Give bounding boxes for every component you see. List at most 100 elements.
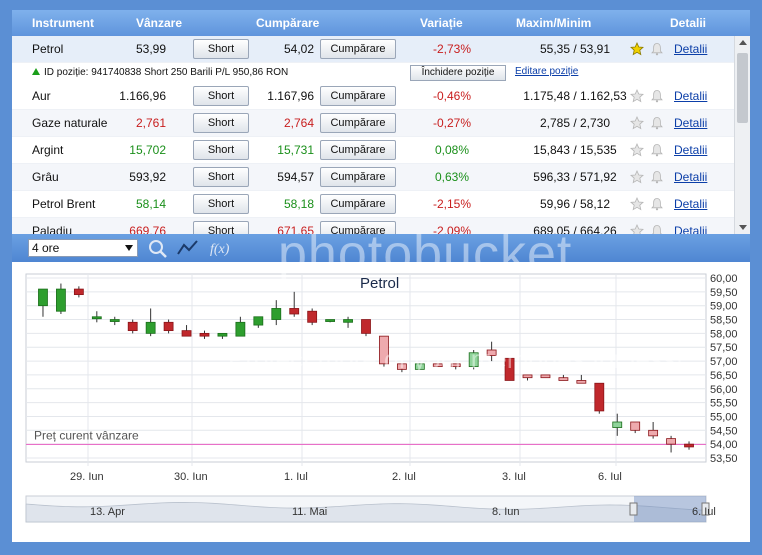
col-maxmin[interactable]: Maxim/Minim (516, 16, 591, 30)
instrument-name: Grâu (32, 170, 59, 184)
star-icon[interactable] (630, 224, 644, 234)
col-change[interactable]: Variație (420, 16, 463, 30)
current-price-label: Preț curent vânzare (34, 428, 139, 442)
short-button[interactable]: Short (193, 86, 249, 106)
table-row[interactable]: Grâu 593,92 Short 594,57 Cumpărare 0,63% 596,3… (12, 164, 734, 191)
short-button[interactable]: Short (193, 140, 249, 160)
details-link[interactable]: Detalii (674, 170, 707, 184)
scroll-thumb[interactable] (737, 53, 748, 123)
edit-position-link[interactable]: Editare poziție (515, 66, 578, 77)
details-link[interactable]: Detalii (674, 89, 707, 103)
chevron-down-icon (125, 245, 133, 251)
details-link[interactable]: Detalii (674, 116, 707, 130)
navigator-label: 6. Iul (692, 506, 716, 518)
buy-button[interactable]: Cumpărare (320, 167, 396, 187)
star-icon[interactable] (630, 197, 644, 211)
scroll-up-icon[interactable] (739, 40, 747, 45)
buy-button[interactable]: Cumpărare (320, 194, 396, 214)
short-button[interactable]: Short (193, 39, 249, 59)
star-icon[interactable] (630, 116, 644, 130)
table-row[interactable]: Petrol 53,99 Short 54,02 Cumpărare -2,73% 55,3… (12, 36, 734, 63)
buy-price: 15,731 (277, 143, 314, 157)
sell-price: 669,76 (129, 224, 166, 234)
y-tick-label: 60,00 (710, 273, 738, 285)
function-icon[interactable]: f(x) (208, 238, 232, 258)
table-row[interactable]: Paladiu 669,76 Short 671,65 Cumpărare -2,09% 6… (12, 218, 734, 234)
col-instrument[interactable]: Instrument (32, 16, 94, 30)
sell-price: 1.166,96 (119, 89, 166, 103)
x-tick-label: 2. Iul (392, 471, 416, 483)
table-row[interactable]: Argint 15,702 Short 15,731 Cumpărare 0,08% 15,… (12, 137, 734, 164)
candle (396, 363, 407, 370)
navigator-handle-left (629, 502, 638, 516)
short-button[interactable]: Short (193, 221, 249, 234)
y-tick-label: 56,00 (710, 384, 738, 396)
details-link[interactable]: Detalii (674, 197, 707, 211)
bell-icon[interactable] (650, 143, 664, 157)
scroll-down-icon[interactable] (739, 225, 747, 230)
sell-price: 2,761 (135, 116, 166, 130)
bell-icon[interactable] (650, 89, 664, 103)
candle (181, 330, 192, 337)
navigator-label: 13. Apr (90, 506, 125, 518)
bell-icon[interactable] (650, 224, 664, 234)
change-value: -0,46% (432, 89, 472, 103)
details-link[interactable]: Detalii (674, 224, 707, 234)
col-details: Detalii (670, 16, 707, 30)
price-chart[interactable]: 60,00 59,50 59,00 58,5058,00 57,50 57,00 56,50… (12, 262, 750, 542)
instrument-name: Petrol Brent (32, 197, 96, 211)
candle (253, 316, 264, 326)
table-row[interactable]: Petrol Brent 58,14 Short 58,18 Cumpărare -2,1… (12, 191, 734, 218)
candle (666, 438, 676, 445)
candle (504, 357, 515, 381)
period-value: 4 ore (32, 241, 60, 255)
bell-icon[interactable] (650, 42, 664, 56)
bell-icon[interactable] (650, 116, 664, 130)
buy-button[interactable]: Cumpărare (320, 140, 396, 160)
table-header: Instrument Vânzare Cumpărare Variație Ma… (12, 10, 750, 36)
buy-button[interactable]: Cumpărare (320, 113, 396, 133)
chart-toolbar: 4 ore f(x) (12, 234, 750, 262)
y-tick-label: 54,50 (710, 425, 738, 437)
col-buy[interactable]: Cumpărare (256, 16, 319, 30)
star-icon[interactable] (630, 143, 644, 157)
zoom-icon[interactable] (146, 238, 170, 258)
candle (199, 332, 210, 337)
buy-price: 2,764 (283, 116, 314, 130)
buy-button[interactable]: Cumpărare (320, 39, 396, 59)
candle (73, 288, 84, 296)
buy-button[interactable]: Cumpărare (320, 221, 396, 234)
short-button[interactable]: Short (193, 167, 249, 187)
short-button[interactable]: Short (193, 194, 249, 214)
sell-price: 593,92 (129, 170, 166, 184)
candle (540, 374, 551, 379)
star-icon[interactable] (630, 42, 644, 56)
table-scrollbar[interactable] (734, 36, 750, 234)
close-position-button[interactable]: Închidere poziție (410, 65, 506, 81)
table-row[interactable]: Aur 1.166,96 Short 1.167,96 Cumpărare -0,46% 1… (12, 83, 734, 110)
details-link[interactable]: Detalii (674, 42, 707, 56)
star-icon[interactable] (630, 170, 644, 184)
candle (450, 363, 461, 368)
line-chart-icon[interactable] (176, 238, 200, 258)
buy-price: 1.167,96 (267, 89, 314, 103)
col-sell[interactable]: Vânzare (136, 16, 182, 30)
x-tick-label: 1. Iul (284, 471, 308, 483)
y-tick-label: 53,50 (710, 453, 738, 465)
candle (468, 352, 479, 368)
bell-icon[interactable] (650, 197, 664, 211)
change-value: 0,08% (434, 143, 470, 157)
star-icon[interactable] (630, 89, 644, 103)
period-select[interactable]: 4 ore (28, 239, 138, 257)
navigator-label: 11. Mai (292, 506, 327, 518)
candle (38, 288, 48, 307)
table-row[interactable]: Gaze naturale 2,761 Short 2,764 Cumpărare -0,… (12, 110, 734, 137)
svg-text:f(x): f(x) (210, 242, 230, 257)
change-value: -0,27% (432, 116, 472, 130)
y-tick-label: 58,50 (710, 315, 738, 327)
details-link[interactable]: Detalii (674, 143, 707, 157)
bell-icon[interactable] (650, 170, 664, 184)
buy-button[interactable]: Cumpărare (320, 86, 396, 106)
change-value: -2,15% (432, 197, 472, 211)
short-button[interactable]: Short (193, 113, 249, 133)
